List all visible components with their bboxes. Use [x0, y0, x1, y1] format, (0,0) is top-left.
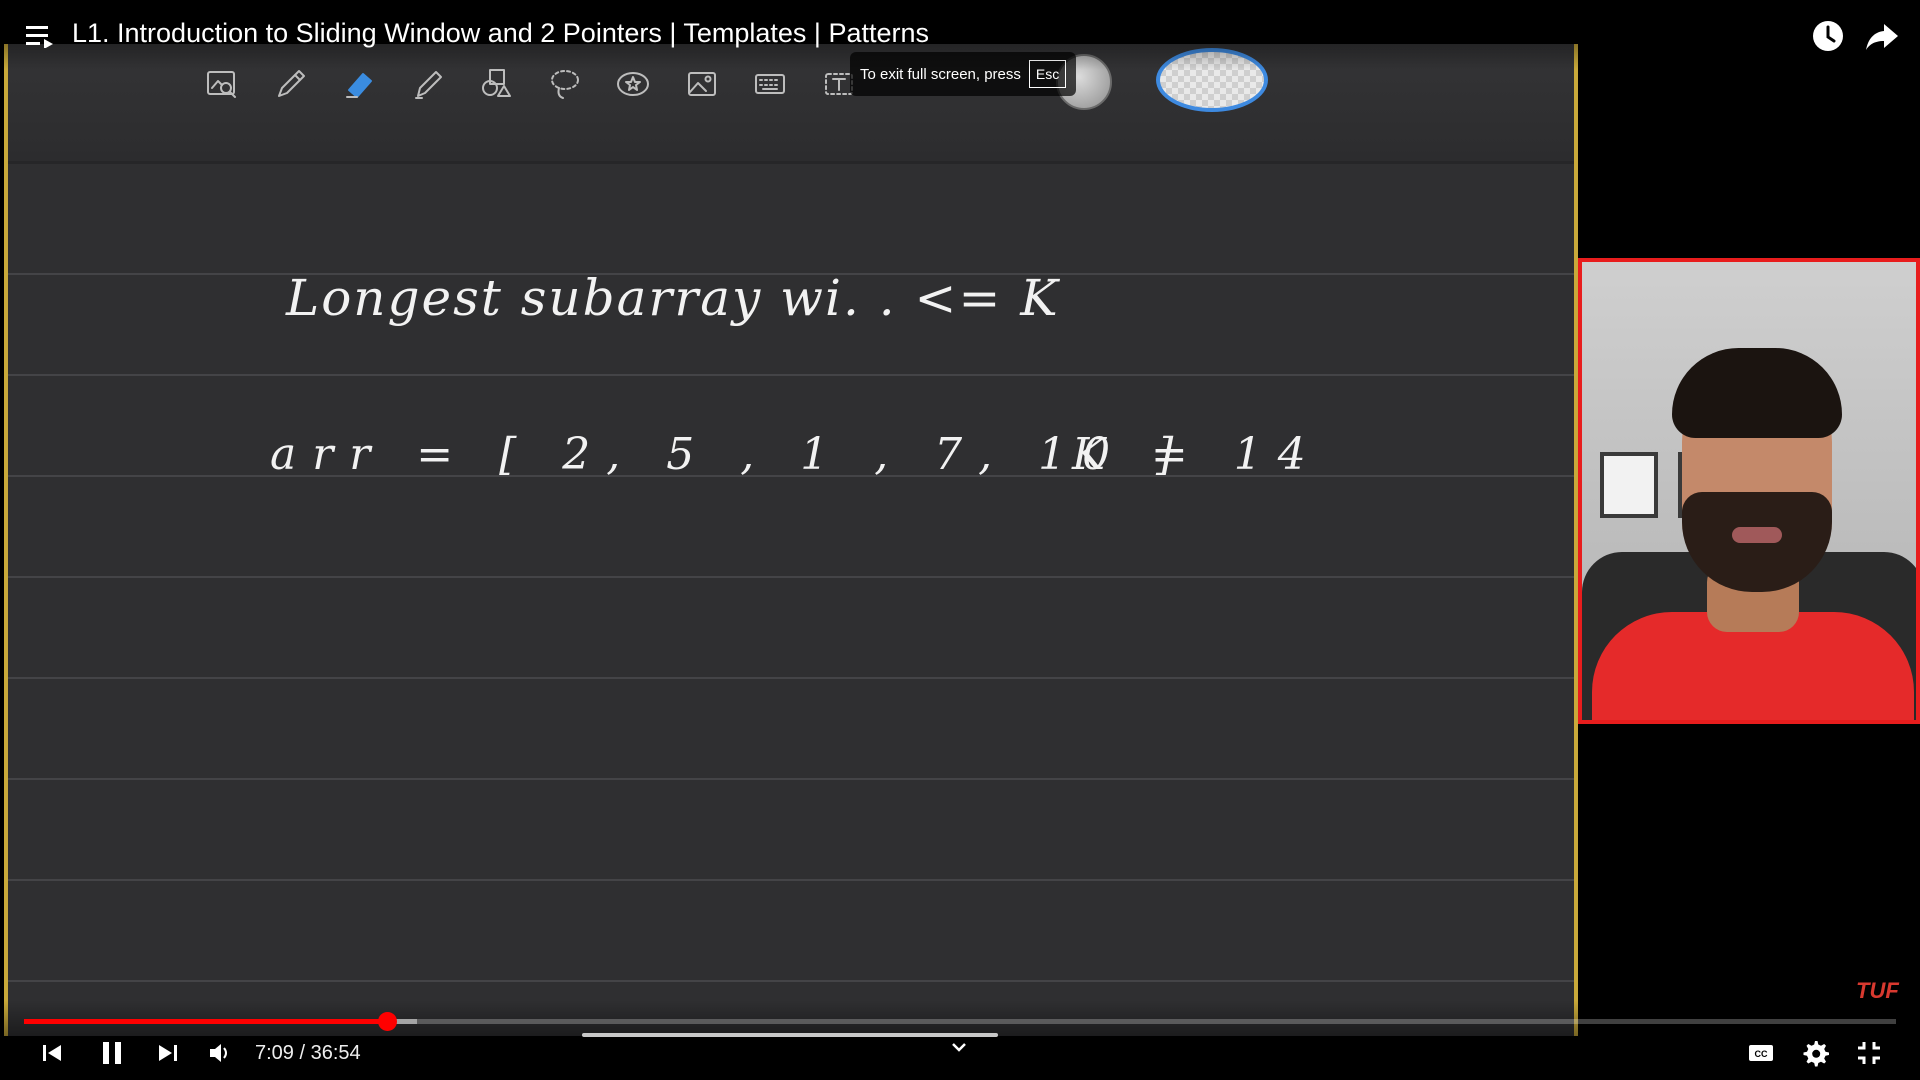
presenter-hair: [1672, 348, 1842, 438]
share-arrow-icon[interactable]: [1864, 18, 1900, 54]
handwritten-k-value: K = 14: [1072, 429, 1322, 480]
watch-later-clock-icon[interactable]: [1810, 18, 1846, 54]
next-button[interactable]: [150, 1036, 186, 1070]
volume-icon: [210, 1044, 227, 1062]
player-top-bar: L1. Introduction to Sliding Window and 2…: [0, 0, 1920, 70]
captions-icon: CC: [1749, 1045, 1773, 1061]
captions-button[interactable]: CC: [1743, 1036, 1779, 1070]
settings-button[interactable]: [1797, 1036, 1833, 1070]
progress-bar[interactable]: [24, 1012, 1896, 1031]
time-display: 7:09 / 36:54: [255, 1042, 361, 1064]
chevron-down-icon[interactable]: [944, 1038, 974, 1058]
svg-text:CC: CC: [1755, 1049, 1768, 1059]
handwritten-array: arr = [ 2, 5 , 1 , 7, 10 ]: [270, 429, 1190, 480]
volume-button[interactable]: [202, 1036, 238, 1070]
wall-frame: [1600, 452, 1658, 518]
previous-button[interactable]: [34, 1036, 70, 1070]
presenter-mouth: [1732, 527, 1782, 543]
content-scroll-indicator: [582, 1033, 998, 1037]
progress-played: [24, 1019, 388, 1024]
playlist-menu-icon[interactable]: [26, 24, 54, 48]
handwritten-title: Longest subarray wi. . <= K: [286, 269, 1060, 327]
video-frame[interactable]: Longest subarray wi. . <= K arr = [ 2, 5…: [4, 44, 1578, 1036]
settings-gear-icon: [1803, 1041, 1829, 1067]
next-icon: [159, 1045, 177, 1061]
exit-fullscreen-button[interactable]: [1851, 1036, 1887, 1070]
exit-fullscreen-icon: [1858, 1042, 1880, 1064]
pause-button[interactable]: [94, 1036, 130, 1070]
previous-icon: [43, 1045, 61, 1061]
video-title[interactable]: L1. Introduction to Sliding Window and 2…: [72, 18, 929, 49]
pause-icon: [103, 1042, 121, 1064]
webcam-overlay: [1578, 258, 1920, 724]
